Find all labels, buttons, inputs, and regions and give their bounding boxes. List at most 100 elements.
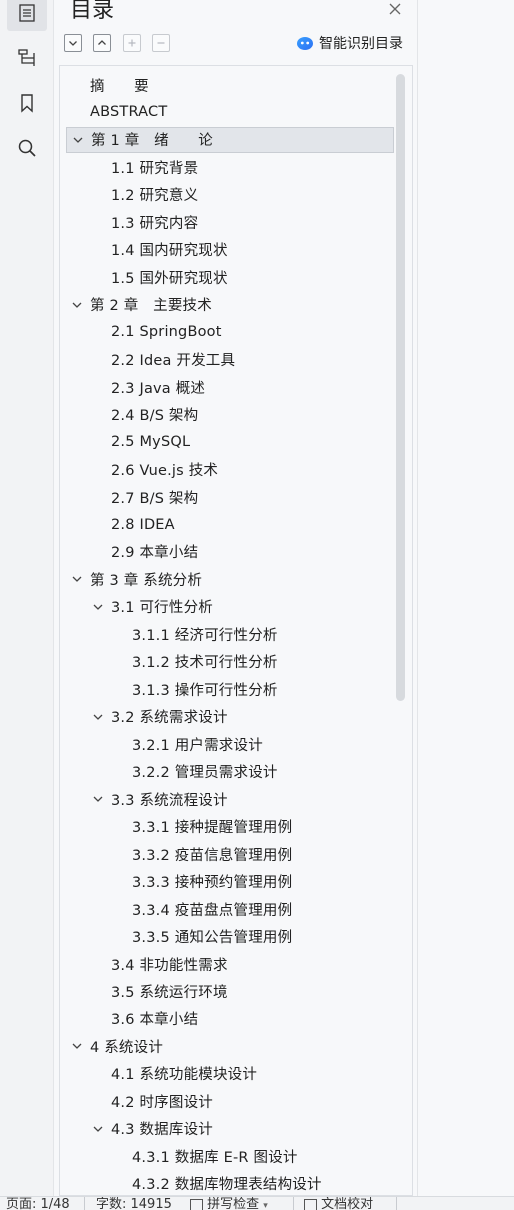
toc-item[interactable]: 2.7 B/S 架构	[66, 484, 394, 510]
add-entry-button[interactable]	[123, 34, 141, 52]
toc-item-label: 4.3.2 数据库物理表结构设计	[132, 1177, 322, 1194]
toc-item[interactable]: 3.3.3 接种预约管理用例	[66, 869, 394, 895]
toc-item[interactable]: 3.3.4 疫苗盘点管理用例	[66, 896, 394, 922]
outline-panel-button[interactable]	[7, 40, 47, 76]
proofread-icon	[304, 1199, 317, 1210]
toc-item[interactable]: 3.1.3 操作可行性分析	[66, 676, 394, 702]
toc-item[interactable]: 1.2 研究意义	[66, 182, 394, 208]
toc-item-label: 2.3 Java 概述	[111, 380, 206, 397]
toc-item-label: 第 3 章 系统分析	[90, 572, 203, 589]
toc-panel-button[interactable]	[7, 0, 47, 31]
toc-item-label: 3.5 系统运行环境	[111, 985, 228, 1001]
toc-item-label: 第 1 章 绪 论	[91, 133, 213, 150]
smart-recognize-toc-button[interactable]: 智能识别目录	[296, 32, 403, 54]
spell-check-icon	[190, 1199, 203, 1210]
toc-item-label: 3.3.4 疫苗盘点管理用例	[132, 902, 293, 919]
toc-item[interactable]: 4.3 数据库设计	[66, 1116, 394, 1142]
outline-icon	[18, 49, 35, 66]
chevron-down-icon[interactable]	[71, 133, 85, 147]
toc-tree: 摘 要 ABSTRACT 第 1 章 绪 论 1.1 研究背景 1.2 研究意义 1.3 …	[59, 65, 413, 1196]
toc-item-label: 3.2.1 用户需求设计	[132, 737, 263, 754]
page-indicator[interactable]: 页面: 1/48	[6, 1198, 70, 1210]
toc-item[interactable]: 3.3.1 接种提醒管理用例	[66, 814, 394, 840]
status-bar: 页面: 1/48 字数: 14915 拼写检查 ▾ 文档校对	[0, 1196, 514, 1210]
toc-item-label: 2.4 B/S 架构	[111, 408, 199, 425]
toc-item-label: ABSTRACT	[90, 104, 168, 121]
toc-item[interactable]: 1.5 国外研究现状	[66, 264, 394, 290]
toc-item-label: 2.6 Vue.js 技术	[111, 463, 219, 480]
toc-item-label: 3.3.5 通知公告管理用例	[132, 930, 293, 947]
toc-item-label: 3.3.2 疫苗信息管理用例	[132, 847, 293, 864]
bookmark-panel-button[interactable]	[7, 85, 47, 121]
spell-check-button[interactable]: 拼写检查 ▾	[190, 1198, 268, 1210]
toc-item[interactable]: 第 3 章 系统分析	[66, 566, 394, 592]
toc-item[interactable]: 3.6 本章小结	[66, 1006, 394, 1032]
toc-item[interactable]: 3.2.1 用户需求设计	[66, 731, 394, 757]
toc-item[interactable]: ABSTRACT	[66, 99, 394, 125]
toc-item[interactable]: 4.3.1 数据库 E-R 图设计	[66, 1143, 394, 1169]
toc-item[interactable]: 3.5 系统运行环境	[66, 979, 394, 1005]
toc-item-label: 2.5 MySQL	[111, 434, 191, 451]
toc-item-label: 2.8 IDEA	[111, 516, 175, 533]
toc-item[interactable]: 3.1.1 经济可行性分析	[66, 621, 394, 647]
chevron-down-icon[interactable]	[91, 600, 105, 614]
toc-item-label: 3.3.3 接种预约管理用例	[132, 875, 293, 892]
close-icon	[389, 3, 401, 15]
toc-item[interactable]: 3.1 可行性分析	[66, 594, 394, 620]
toc-item[interactable]: 3.2 系统需求设计	[66, 704, 394, 730]
toc-item[interactable]: 3.3.2 疫苗信息管理用例	[66, 841, 394, 867]
toc-item[interactable]: 4 系统设计	[66, 1033, 394, 1059]
toc-item[interactable]: 4.3.2 数据库物理表结构设计	[66, 1171, 394, 1195]
collapse-all-button[interactable]	[93, 34, 111, 52]
toc-item[interactable]: 3.1.2 技术可行性分析	[66, 649, 394, 675]
toc-item[interactable]: 第 1 章 绪 论	[66, 126, 394, 153]
toc-item[interactable]: 2.4 B/S 架构	[66, 402, 394, 428]
toc-item[interactable]: 摘 要	[66, 72, 394, 98]
toc-item-label: 3.2.2 管理员需求设计	[132, 765, 278, 782]
toc-item[interactable]: 2.5 MySQL	[66, 429, 394, 455]
remove-entry-button[interactable]	[152, 34, 170, 52]
toc-item[interactable]: 1.4 国内研究现状	[66, 237, 394, 263]
toc-item-label: 4 系统设计	[90, 1039, 164, 1056]
toc-item-label: 3.3.1 接种提醒管理用例	[132, 820, 293, 837]
toc-item-label: 1.2 研究意义	[111, 188, 199, 205]
toc-item[interactable]: 2.9 本章小结	[66, 539, 394, 565]
chevron-down-icon[interactable]	[91, 792, 105, 806]
ai-assistant-icon	[297, 37, 313, 50]
toc-item-label: 3.1 可行性分析	[111, 600, 213, 617]
expand-all-button[interactable]	[64, 34, 82, 52]
close-button[interactable]	[384, 0, 406, 18]
chevron-down-icon[interactable]	[70, 1039, 84, 1053]
chevron-down-icon[interactable]	[70, 572, 84, 586]
toc-item[interactable]: 2.6 Vue.js 技术	[66, 457, 394, 483]
toc-item[interactable]: 1.3 研究内容	[66, 209, 394, 235]
chevron-down-icon[interactable]	[70, 298, 84, 312]
toc-item[interactable]: 2.3 Java 概述	[66, 374, 394, 400]
toc-item[interactable]: 第 2 章 主要技术	[66, 292, 394, 318]
toc-item-label: 1.3 研究内容	[111, 215, 199, 232]
toc-item[interactable]: 2.1 SpringBoot	[66, 319, 394, 345]
toc-item[interactable]: 4.1 系统功能模块设计	[66, 1061, 394, 1087]
toc-item[interactable]: 3.3 系统流程设计	[66, 786, 394, 812]
toc-item-label: 摘 要	[90, 78, 149, 95]
proofread-button[interactable]: 文档校对	[304, 1198, 373, 1210]
toc-item[interactable]: 3.2.2 管理员需求设计	[66, 759, 394, 785]
toc-panel: 目录 智能识别目录 摘 要 ABSTRACT 第 1 章 绪 论 1.1 研究背景 1.…	[54, 0, 418, 1196]
chevron-down-icon[interactable]	[91, 1122, 105, 1136]
toc-item-label: 3.2 系统需求设计	[111, 710, 228, 727]
toc-item-label: 3.1.2 技术可行性分析	[132, 655, 278, 672]
toc-item[interactable]: 3.4 非功能性需求	[66, 951, 394, 977]
toc-item[interactable]: 1.1 研究背景	[66, 154, 394, 180]
spell-check-label: 拼写检查	[207, 1197, 260, 1210]
chevron-down-icon[interactable]	[91, 710, 105, 724]
toc-item[interactable]: 2.8 IDEA	[66, 512, 394, 538]
toc-item[interactable]: 3.3.5 通知公告管理用例	[66, 924, 394, 950]
toc-item-label: 3.1.3 操作可行性分析	[132, 682, 278, 699]
search-panel-button[interactable]	[7, 130, 47, 166]
word-count[interactable]: 字数: 14915	[96, 1198, 172, 1210]
toc-scrollbar[interactable]	[396, 74, 405, 701]
chevron-up-icon	[98, 40, 106, 45]
toc-item[interactable]: 2.2 Idea 开发工具	[66, 347, 394, 373]
search-icon	[18, 139, 36, 157]
toc-item[interactable]: 4.2 时序图设计	[66, 1088, 394, 1114]
